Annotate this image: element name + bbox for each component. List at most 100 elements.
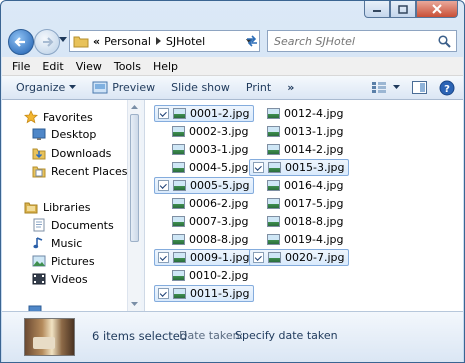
chevron-down-icon — [69, 85, 77, 89]
view-list-icon — [372, 82, 386, 93]
file-item[interactable]: 0019-4.jpg — [249, 231, 347, 248]
file-item[interactable]: 0015-3.jpg — [249, 159, 350, 176]
nav-desktop[interactable]: Desktop — [32, 128, 96, 141]
search-box[interactable] — [267, 30, 457, 52]
menu-edit[interactable]: Edit — [36, 60, 69, 73]
help-button[interactable]: ? — [435, 80, 463, 96]
jpg-image-icon — [172, 234, 185, 245]
scroll-up-icon[interactable] — [128, 102, 141, 112]
menu-tools[interactable]: Tools — [108, 60, 147, 73]
history-dropdown-icon[interactable] — [59, 37, 67, 43]
view-options-button[interactable] — [367, 81, 404, 94]
navigation-scrollbar[interactable] — [127, 100, 141, 311]
jpg-image-icon — [267, 198, 280, 209]
forward-arrow-icon — [43, 37, 54, 47]
file-checkbox[interactable] — [158, 180, 169, 191]
file-item[interactable]: 0008-8.jpg — [154, 231, 252, 248]
file-item[interactable]: 0001-2.jpg — [154, 105, 255, 122]
file-name: 0010-2.jpg — [189, 269, 249, 282]
file-name: 0004-5.jpg — [189, 161, 249, 174]
file-checkbox[interactable] — [158, 252, 169, 263]
nav-favorites[interactable]: Favorites — [24, 110, 93, 124]
preview-pane-button[interactable] — [404, 81, 435, 94]
file-item[interactable]: 0017-5.jpg — [249, 195, 347, 212]
file-item[interactable]: 0009-1.jpg — [154, 249, 255, 266]
file-name: 0018-8.jpg — [284, 215, 344, 228]
file-item[interactable]: 0003-1.jpg — [154, 141, 252, 158]
file-item[interactable]: 0014-2.jpg — [249, 141, 347, 158]
search-icon[interactable] — [438, 34, 451, 48]
file-name: 0005-5.jpg — [190, 179, 250, 192]
scroll-thumb[interactable] — [130, 114, 139, 242]
selection-count: 6 items selected — [92, 329, 188, 343]
breadcrumb-overflow[interactable]: « — [93, 35, 100, 48]
jpg-image-icon — [268, 162, 281, 173]
nav-pictures[interactable]: Pictures — [32, 254, 95, 268]
nav-recent-places[interactable]: Recent Places — [32, 164, 128, 178]
minimize-button[interactable] — [364, 1, 390, 18]
explorer-window: « Personal SJHotel File Edit View Tools … — [0, 0, 465, 363]
more-commands-label: » — [287, 81, 295, 94]
refresh-button[interactable] — [241, 30, 263, 52]
more-commands-button[interactable]: » — [279, 81, 302, 94]
file-name: 0009-1.jpg — [190, 251, 250, 264]
menu-view[interactable]: View — [70, 60, 108, 73]
downloads-folder-icon — [32, 148, 46, 160]
file-item[interactable]: 0004-5.jpg — [154, 159, 252, 176]
command-bar: Organize Preview Slide show Print » ? — [2, 76, 463, 100]
back-button[interactable] — [8, 29, 34, 55]
file-checkbox[interactable] — [158, 288, 169, 299]
breadcrumb-personal[interactable]: Personal — [104, 35, 151, 48]
breadcrumb-separator-icon[interactable] — [155, 37, 162, 45]
nav-downloads-label: Downloads — [51, 146, 112, 160]
file-item[interactable]: 0002-3.jpg — [154, 123, 252, 140]
maximize-button[interactable] — [390, 1, 416, 18]
file-checkbox[interactable] — [253, 252, 264, 263]
print-button[interactable]: Print — [238, 81, 279, 94]
jpg-image-icon — [173, 252, 186, 263]
organize-label: Organize — [16, 81, 66, 94]
file-item[interactable]: 0018-8.jpg — [249, 213, 347, 230]
file-name: 0001-2.jpg — [190, 107, 250, 120]
file-item[interactable]: 0005-5.jpg — [154, 177, 255, 194]
file-item[interactable]: 0010-2.jpg — [154, 267, 252, 284]
preview-button[interactable]: Preview — [84, 81, 163, 94]
jpg-image-icon — [172, 270, 185, 281]
breadcrumb-sjhotel[interactable]: SJHotel — [166, 35, 205, 48]
nav-libraries[interactable]: Libraries — [24, 200, 91, 214]
close-icon — [432, 4, 442, 14]
address-bar[interactable]: « Personal SJHotel — [69, 30, 260, 52]
file-item[interactable]: 0012-4.jpg — [249, 105, 347, 122]
nav-videos[interactable]: Videos — [32, 272, 88, 286]
close-button[interactable] — [416, 1, 458, 18]
nav-downloads[interactable]: Downloads — [32, 146, 111, 160]
file-item[interactable]: 0013-1.jpg — [249, 123, 347, 140]
jpg-image-icon — [267, 180, 280, 191]
file-checkbox[interactable] — [158, 108, 169, 119]
file-item[interactable]: 0020-7.jpg — [249, 249, 350, 266]
forward-button[interactable] — [34, 29, 60, 55]
command-bar-right: ? — [367, 76, 463, 99]
help-icon: ? — [439, 80, 455, 95]
file-list: 0001-2.jpg 0002-3.jpg 0003-1.jpg 0004-5.jpg… — [145, 100, 463, 311]
file-item[interactable]: 0016-4.jpg — [249, 177, 347, 194]
nav-music[interactable]: Music — [32, 236, 82, 250]
scroll-down-icon[interactable] — [128, 299, 141, 309]
organize-button[interactable]: Organize — [8, 81, 84, 94]
preview-icon — [92, 81, 108, 94]
menu-help[interactable]: Help — [147, 60, 184, 73]
jpg-image-icon — [172, 216, 185, 227]
slideshow-button[interactable]: Slide show — [163, 81, 238, 94]
jpg-image-icon — [173, 288, 186, 299]
navigation-row: « Personal SJHotel — [1, 29, 464, 55]
search-input[interactable] — [268, 33, 436, 49]
nav-documents[interactable]: Documents — [32, 218, 114, 232]
menu-file[interactable]: File — [6, 60, 36, 73]
file-item[interactable]: 0006-2.jpg — [154, 195, 252, 212]
file-item[interactable]: 0011-5.jpg — [154, 285, 255, 302]
file-item[interactable]: 0007-3.jpg — [154, 213, 252, 230]
file-checkbox[interactable] — [253, 162, 264, 173]
date-taken-value[interactable]: Specify date taken — [235, 329, 338, 342]
folder-icon — [73, 36, 89, 48]
star-icon — [24, 110, 38, 124]
